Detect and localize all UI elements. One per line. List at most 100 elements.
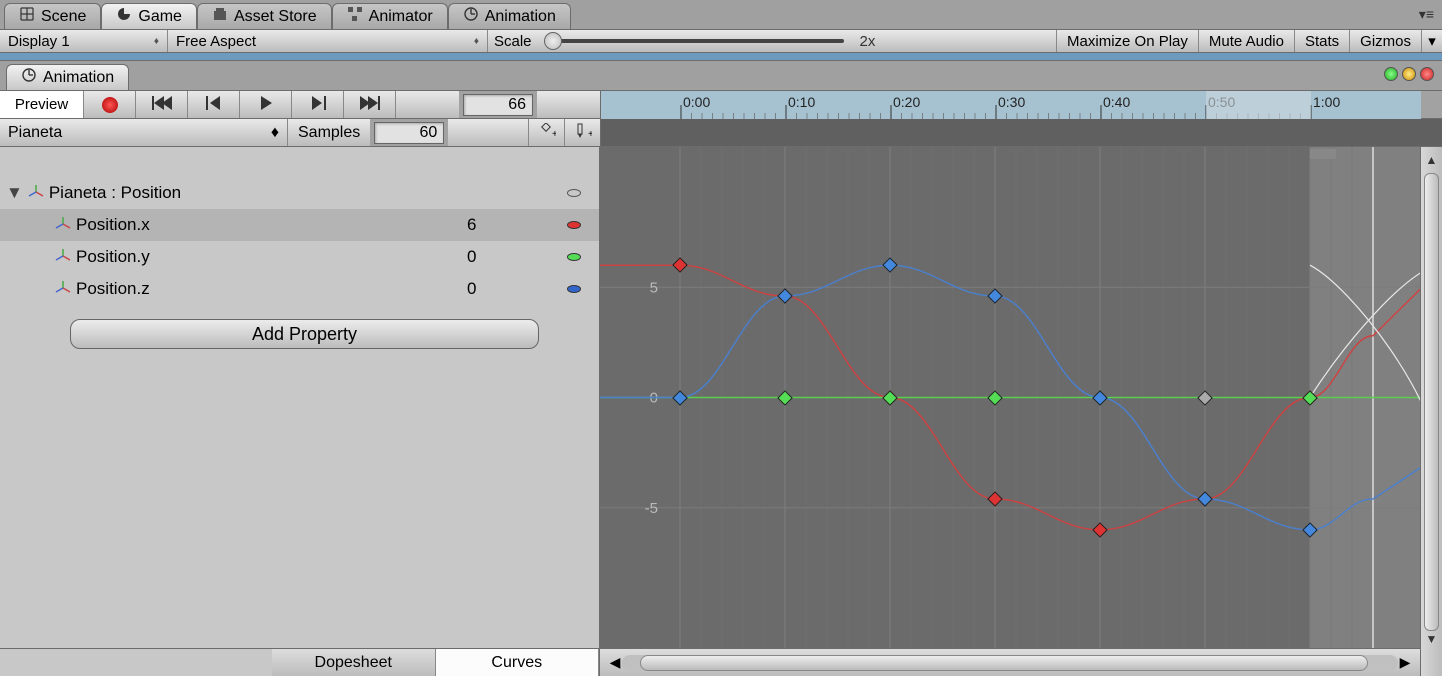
tab-animator-label: Animator [369, 8, 433, 26]
svg-text:1:00: 1:00 [1313, 94, 1340, 110]
vertical-scrollbar[interactable]: ▲ ▼ [1420, 147, 1442, 676]
tab-game[interactable]: Game [101, 3, 197, 29]
display-label: Display 1 [8, 33, 70, 50]
scroll-up-icon[interactable]: ▲ [1421, 153, 1442, 167]
gizmos-label: Gizmos [1360, 33, 1411, 50]
tab-animation-panel[interactable]: Animation [6, 64, 129, 90]
svg-text:0:00: 0:00 [683, 94, 710, 110]
clip-dropdown[interactable]: Pianeta ♦ [0, 119, 288, 146]
property-row[interactable]: Position.y 0 [0, 241, 599, 273]
property-row[interactable]: Position.z 0 [0, 273, 599, 305]
curve-panel: 50-5 ◀ ▶ ▲ ▼ [600, 147, 1442, 676]
aspect-dropdown[interactable]: Free Aspect ♦ [168, 30, 488, 52]
tab-animation[interactable]: Animation [448, 3, 571, 29]
samples-value: 60 [419, 124, 437, 142]
animation-controls: Preview 66 0:000:100:200:300:400:501:00 [0, 91, 1442, 119]
animation-clip-row: Pianeta ♦ Samples 60 + + [0, 119, 1442, 147]
transform-icon [54, 280, 72, 299]
hscroll-thumb[interactable] [640, 655, 1368, 671]
curves-tab[interactable]: Curves [436, 649, 600, 676]
clip-name: Pianeta [8, 124, 62, 142]
add-event-icon: + [574, 123, 592, 142]
add-property-button[interactable]: Add Property [70, 319, 539, 349]
svg-text:0:20: 0:20 [893, 94, 920, 110]
property-group-label: Pianeta : Position [49, 183, 567, 203]
add-event-button[interactable]: + [564, 119, 600, 146]
tab-scene[interactable]: Scene [4, 3, 101, 29]
keyframe-indicator[interactable] [567, 189, 581, 197]
tab-asset-store[interactable]: Asset Store [197, 3, 332, 29]
curve-region-handle[interactable] [1310, 149, 1336, 159]
vscroll-thumb[interactable] [1424, 173, 1439, 631]
property-label: Position.z [76, 279, 467, 299]
tab-animator[interactable]: Animator [332, 3, 448, 29]
gizmos-button[interactable]: Gizmos [1349, 30, 1421, 52]
traffic-yellow-icon[interactable] [1402, 67, 1416, 81]
scroll-down-icon[interactable]: ▼ [1421, 632, 1442, 646]
frame-input[interactable]: 66 [463, 94, 533, 116]
property-group[interactable]: ▼ Pianeta : Position [0, 177, 599, 209]
game-toolbar: Display 1 ♦ Free Aspect ♦ Scale 2x Maxim… [0, 30, 1442, 53]
preview-button[interactable]: Preview [0, 91, 84, 118]
svg-text:0:40: 0:40 [1103, 94, 1130, 110]
keyframe-indicator[interactable] [567, 253, 581, 261]
last-frame-icon [360, 96, 380, 114]
property-row[interactable]: Position.x 6 [0, 209, 599, 241]
add-keyframe-icon: + [538, 123, 556, 142]
play-icon [259, 96, 273, 114]
svg-text:0:30: 0:30 [998, 94, 1025, 110]
last-frame-button[interactable] [344, 91, 396, 118]
property-label: Position.x [76, 215, 467, 235]
asset-store-icon [212, 6, 228, 27]
stats-button[interactable]: Stats [1294, 30, 1349, 52]
curve-canvas[interactable]: 50-5 [600, 147, 1420, 648]
tab-menu-icon[interactable]: ▾≡ [1419, 6, 1434, 23]
property-value: 6 [467, 215, 567, 235]
scroll-right-icon[interactable]: ▶ [1394, 654, 1416, 671]
property-panel: ▼ Pianeta : Position Position.x 6 Positi… [0, 147, 600, 676]
scale-slider-thumb[interactable] [544, 32, 562, 50]
samples-input[interactable]: 60 [374, 122, 444, 144]
horizontal-scrollbar[interactable]: ◀ ▶ [600, 648, 1420, 676]
curves-label: Curves [491, 654, 542, 672]
property-value: 0 [467, 279, 567, 299]
preview-label: Preview [15, 96, 68, 113]
chevron-icon: ♦ [271, 124, 279, 142]
keyframe-indicator[interactable] [567, 221, 581, 229]
dopesheet-tab[interactable]: Dopesheet [272, 649, 436, 676]
svg-text:5: 5 [650, 279, 658, 296]
first-frame-button[interactable] [136, 91, 188, 118]
dopesheet-label: Dopesheet [315, 654, 392, 672]
chevron-icon: ♦ [154, 36, 159, 47]
play-button[interactable] [240, 91, 292, 118]
gizmos-dropdown[interactable]: ▾ [1421, 30, 1442, 52]
scale-slider[interactable] [544, 39, 844, 43]
next-key-button[interactable] [292, 91, 344, 118]
transform-icon [54, 248, 72, 267]
animation-icon [21, 67, 37, 88]
traffic-red-icon[interactable] [1420, 67, 1434, 81]
traffic-green-icon[interactable] [1384, 67, 1398, 81]
window-traffic-lights [1384, 67, 1434, 81]
prev-key-icon [206, 96, 222, 114]
record-icon [102, 97, 118, 113]
record-button[interactable] [84, 91, 136, 118]
samples-label: Samples [288, 119, 370, 146]
keyframe-indicator[interactable] [567, 285, 581, 293]
tab-game-label: Game [138, 8, 182, 26]
chevron-icon: ♦ [474, 36, 479, 47]
mute-label: Mute Audio [1209, 33, 1284, 50]
prev-key-button[interactable] [188, 91, 240, 118]
transform-icon [27, 184, 45, 203]
game-icon [116, 6, 132, 27]
mute-button[interactable]: Mute Audio [1198, 30, 1294, 52]
display-dropdown[interactable]: Display 1 ♦ [0, 30, 168, 52]
tab-scene-label: Scene [41, 8, 86, 26]
scene-icon [19, 6, 35, 27]
aspect-label: Free Aspect [176, 33, 256, 50]
add-keyframe-button[interactable]: + [528, 119, 564, 146]
tab-asset-store-label: Asset Store [234, 8, 317, 26]
maximize-button[interactable]: Maximize On Play [1056, 30, 1198, 52]
expand-icon[interactable]: ▼ [6, 183, 23, 203]
svg-text:+: + [588, 129, 592, 139]
